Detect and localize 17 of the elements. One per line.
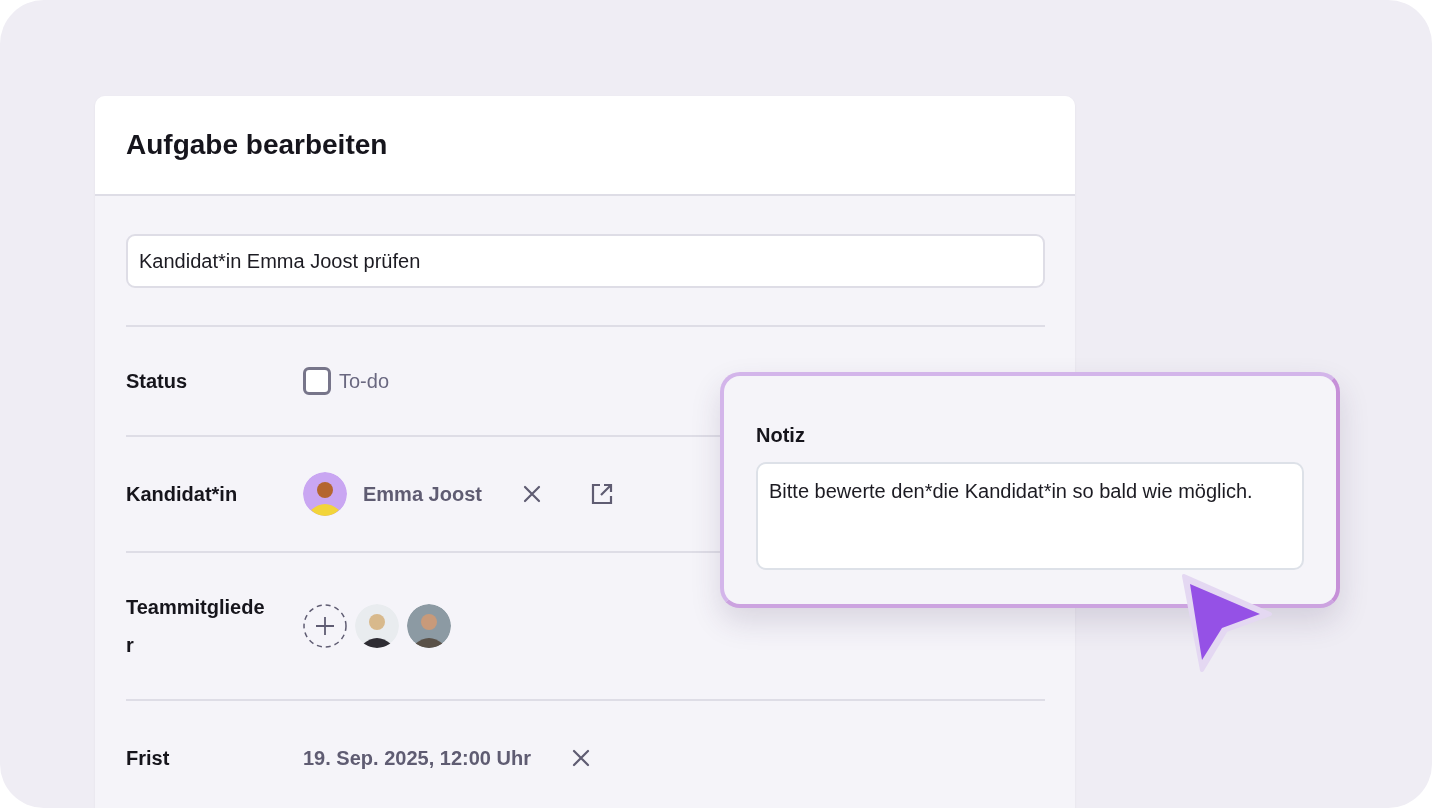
avatar-icon: [407, 604, 451, 648]
field-label: Status: [126, 369, 189, 394]
note-label: Notiz: [756, 423, 806, 448]
external-link-button[interactable]: [589, 482, 614, 506]
dialog-title: Aufgabe bearbeiten: [126, 128, 388, 162]
note-field[interactable]: Bitte bewerte den*die Kandidat*in so bald wie möglich.: [756, 462, 1304, 570]
add-member-button[interactable]: [303, 604, 347, 648]
field-label: Teammitglieder: [126, 595, 266, 658]
status-text: To-do: [339, 369, 390, 394]
avatar-icon: [355, 604, 399, 648]
deadline-value[interactable]: 19. Sep. 2025, 12:00 Uhr: [303, 743, 531, 773]
status-checkbox[interactable]: [303, 367, 331, 395]
title-input[interactable]: Kandidat*in Emma Joost prüfen: [126, 234, 1045, 288]
field-label: Kandidat*in: [126, 482, 239, 507]
field-label: Frist: [126, 746, 171, 771]
avatar-icon: [303, 472, 347, 516]
candidate-name[interactable]: Emma Joost: [363, 479, 482, 509]
